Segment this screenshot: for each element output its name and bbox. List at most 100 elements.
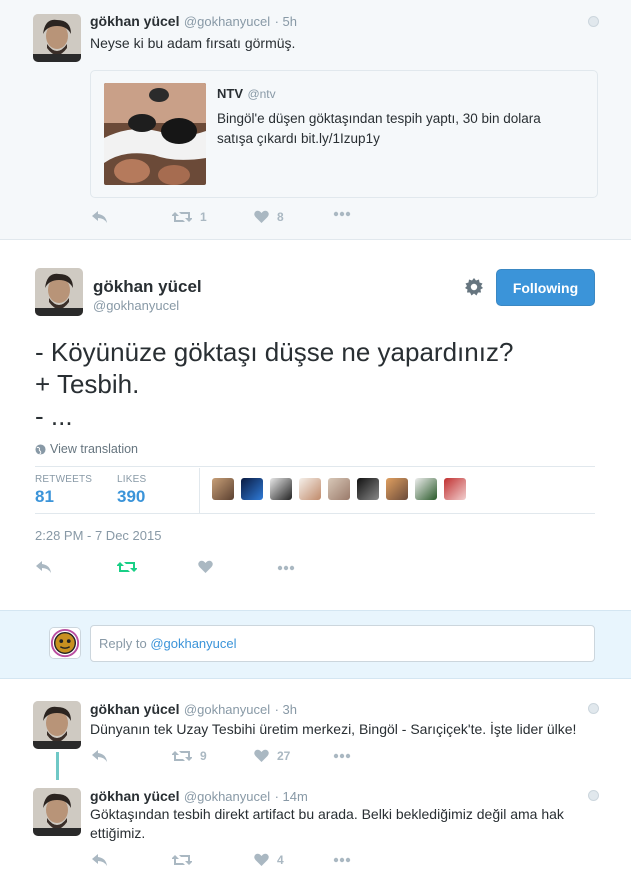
globe-icon (588, 16, 599, 27)
view-translation-label: View translation (50, 442, 139, 456)
reply-action[interactable] (92, 750, 108, 763)
like-action[interactable]: 4 (254, 853, 284, 867)
tweet-text-line: - ... (35, 401, 73, 431)
liker-avatars (212, 478, 466, 500)
following-button[interactable]: Following (496, 269, 595, 306)
author-name[interactable]: gökhan yücel (93, 277, 202, 297)
quoted-author-name[interactable]: NTV (217, 86, 243, 101)
retweets-count: 81 (35, 487, 54, 506)
globe-icon (35, 443, 46, 455)
reply-action[interactable] (92, 854, 108, 867)
like-count: 8 (277, 210, 284, 224)
reply-mention: @gokhanyucel (150, 636, 237, 651)
retweet-action[interactable]: 1 (172, 210, 207, 224)
quoted-tweet[interactable]: NTV @ntv Bingöl'e düşen göktaşından tesp… (90, 70, 598, 198)
like-action[interactable] (198, 560, 213, 574)
quoted-header: NTV @ntv (217, 85, 276, 103)
globe-icon (588, 790, 599, 801)
retweet-action[interactable]: 9 (172, 749, 207, 763)
retweet-icon (117, 562, 137, 572)
tweet-header: gökhan yücel @gokhanyucel · 14m (90, 788, 308, 806)
liker-avatar[interactable] (357, 478, 379, 500)
avatar (49, 627, 81, 659)
reply-tweet[interactable]: gökhan yücel @gokhanyucel · 14m Göktaşın… (0, 780, 631, 881)
divider (35, 513, 595, 514)
retweet-icon (172, 751, 192, 761)
reply-input[interactable]: Reply to @gokhanyucel (90, 625, 595, 662)
avatar[interactable] (33, 788, 81, 836)
reply-prefix: Reply to (99, 636, 151, 651)
tweet-time[interactable]: · 3h (275, 702, 297, 717)
tweet-timestamp[interactable]: 2:28 PM - 7 Dec 2015 (35, 528, 161, 543)
tweet-header: gökhan yücel @gokhanyucel · 5h (90, 13, 297, 31)
quoted-text: Bingöl'e düşen göktaşından tespih yaptı,… (217, 111, 541, 146)
reply-icon (92, 750, 107, 762)
avatar[interactable] (35, 268, 83, 316)
tweet-text-line: + Tesbih. (35, 369, 140, 399)
quoted-author-handle[interactable]: @ntv (247, 87, 275, 101)
retweet-action[interactable] (172, 853, 200, 867)
reply-icon (92, 211, 107, 223)
like-action[interactable]: 27 (254, 749, 290, 763)
like-action[interactable]: 8 (254, 210, 284, 224)
likes-count: 390 (117, 487, 146, 506)
author-name[interactable]: gökhan yücel (90, 788, 179, 804)
liker-avatar[interactable] (270, 478, 292, 500)
quoted-tweet-image (104, 83, 206, 185)
retweet-icon (172, 212, 192, 222)
more-icon (333, 857, 351, 863)
more-action[interactable] (333, 753, 351, 759)
tweet-time[interactable]: · 5h (275, 14, 297, 29)
heart-icon (254, 749, 269, 762)
stat-separator (199, 468, 200, 514)
author-name[interactable]: gökhan yücel (90, 13, 179, 29)
retweet-action[interactable] (117, 560, 137, 574)
liker-avatar[interactable] (386, 478, 408, 500)
previous-tweet[interactable]: gökhan yücel @gokhanyucel · 5h Neyse ki … (0, 0, 631, 239)
liker-avatar[interactable] (241, 478, 263, 500)
tweet-text: - Köyünüze göktaşı düşse ne yapardınız? … (35, 336, 513, 432)
tweet-text: Göktaşından tesbih direkt artifact bu ar… (90, 806, 564, 841)
thread-connector (56, 752, 59, 783)
view-translation-link[interactable]: View translation (35, 442, 138, 456)
author-handle[interactable]: @gokhanyucel (184, 14, 270, 29)
more-action[interactable] (333, 857, 351, 863)
retweet-icon (172, 855, 192, 865)
avatar[interactable] (33, 14, 81, 62)
more-action[interactable] (333, 211, 351, 217)
tweet-time[interactable]: · 14m (275, 789, 308, 804)
retweet-count: 1 (200, 210, 207, 224)
divider (35, 466, 595, 467)
liker-avatar[interactable] (299, 478, 321, 500)
likes-stat[interactable]: LIKES 390 (117, 474, 146, 507)
globe-icon (588, 703, 599, 714)
tweet-text: Neyse ki bu adam fırsatı görmüş. (90, 35, 296, 51)
more-icon (333, 211, 351, 217)
reply-action[interactable] (36, 561, 52, 574)
tweet-header: gökhan yücel @gokhanyucel · 3h (90, 701, 297, 719)
reply-tweet[interactable]: gökhan yücel @gokhanyucel · 3h Dünyanın … (0, 690, 631, 780)
heart-icon (254, 210, 269, 223)
like-count: 27 (277, 749, 291, 763)
tweet-text: Dünyanın tek Uzay Tesbihi üretim merkezi… (90, 721, 577, 737)
gear-icon[interactable] (464, 277, 484, 297)
avatar[interactable] (33, 701, 81, 749)
more-icon (333, 753, 351, 759)
liker-avatar[interactable] (328, 478, 350, 500)
more-icon (277, 565, 295, 571)
heart-icon (198, 560, 213, 573)
retweets-stat[interactable]: RETWEETS 81 (35, 474, 92, 507)
more-action[interactable] (277, 565, 295, 571)
reply-icon (92, 854, 107, 866)
liker-avatar[interactable] (415, 478, 437, 500)
tweet-text-line: - Köyünüze göktaşı düşse ne yapardınız? (35, 337, 514, 367)
reply-action[interactable] (92, 211, 108, 224)
liker-avatar[interactable] (444, 478, 466, 500)
liker-avatar[interactable] (212, 478, 234, 500)
author-handle[interactable]: @gokhanyucel (184, 789, 270, 804)
retweets-label: RETWEETS (35, 474, 93, 485)
reply-icon (36, 561, 51, 573)
author-handle[interactable]: @gokhanyucel (93, 298, 179, 313)
author-handle[interactable]: @gokhanyucel (184, 702, 270, 717)
author-name[interactable]: gökhan yücel (90, 701, 179, 717)
